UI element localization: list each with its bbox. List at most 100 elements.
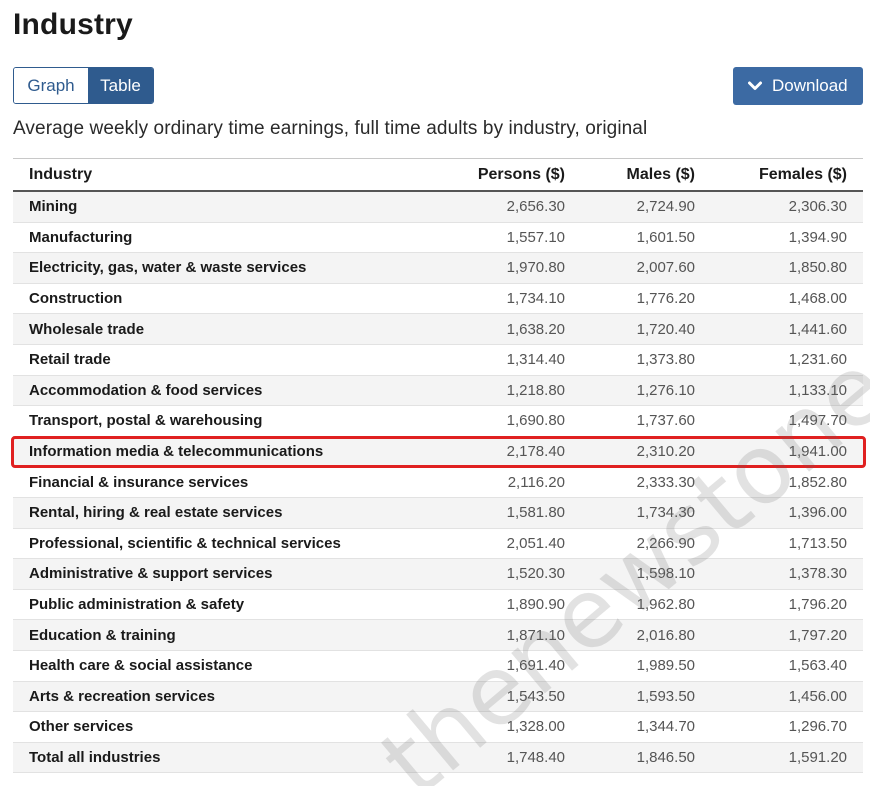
cell-males: 1,776.20 (636, 290, 695, 308)
table-row: Arts & recreation services 1,543.50 1,593.… (13, 681, 863, 713)
cell-females: 1,296.70 (788, 718, 847, 736)
cell-industry: Total all industries (29, 748, 161, 766)
table-row: Health care & social assistance 1,691.40 1… (13, 651, 863, 682)
cell-females: 1,468.00 (788, 290, 847, 308)
table-row: Administrative & support services 1,520.3… (13, 559, 863, 590)
cell-persons: 1,691.40 (506, 657, 565, 675)
cell-industry: Public administration & safety (29, 596, 245, 614)
cell-persons: 1,638.20 (506, 320, 565, 338)
table-row: Wholesale trade 1,638.20 1,720.40 1,441.60 (13, 314, 863, 345)
view-toggle: Graph Table (13, 67, 154, 104)
cell-industry: Arts & recreation services (29, 687, 215, 705)
download-button[interactable]: Download (733, 67, 863, 105)
cell-males: 2,333.30 (636, 473, 695, 491)
cell-males: 2,266.90 (636, 534, 695, 552)
table-row: Manufacturing 1,557.10 1,601.50 1,394.90 (13, 223, 863, 254)
header-males[interactable]: Males ($) (565, 166, 695, 184)
cell-industry: Retail trade (29, 351, 111, 369)
cell-females: 1,591.20 (788, 748, 847, 766)
cell-males: 1,720.40 (636, 320, 695, 338)
cell-females: 1,563.40 (788, 657, 847, 675)
cell-males: 1,593.50 (636, 687, 695, 705)
cell-females: 1,441.60 (788, 320, 847, 338)
table-row: Retail trade 1,314.40 1,373.80 1,231.60 (13, 345, 863, 376)
cell-persons: 2,178.40 (506, 443, 565, 461)
cell-industry: Wholesale trade (29, 320, 145, 338)
cell-persons: 1,970.80 (506, 259, 565, 277)
cell-persons: 2,051.40 (506, 534, 565, 552)
cell-males: 1,373.80 (636, 351, 695, 369)
cell-males: 1,989.50 (636, 657, 695, 675)
table-row: Public administration & safety 1,890.90 1,… (13, 590, 863, 621)
cell-males: 2,310.20 (636, 443, 695, 461)
cell-females: 1,852.80 (788, 473, 847, 491)
cell-females: 1,394.90 (788, 228, 847, 246)
cell-males: 2,016.80 (636, 626, 695, 644)
cell-industry: Mining (29, 198, 78, 216)
cell-males: 1,962.80 (636, 596, 695, 614)
cell-persons: 1,690.80 (506, 412, 565, 430)
cell-industry: Information media & telecommunications (29, 443, 324, 461)
table-subtitle: Average weekly ordinary time earnings, f… (13, 118, 648, 139)
cell-persons: 1,543.50 (506, 687, 565, 705)
cell-industry: Administrative & support services (29, 565, 273, 583)
cell-industry: Professional, scientific & technical ser… (29, 534, 341, 552)
cell-females: 1,497.70 (788, 412, 847, 430)
cell-industry: Health care & social assistance (29, 657, 253, 675)
cell-males: 1,734.30 (636, 504, 695, 522)
cell-males: 1,598.10 (636, 565, 695, 583)
table-row: Mining 2,656.30 2,724.90 2,306.30 (13, 192, 863, 223)
chevron-down-icon (747, 78, 763, 94)
cell-females: 2,306.30 (788, 198, 847, 216)
download-label: Download (772, 76, 848, 95)
cell-persons: 1,218.80 (506, 381, 565, 399)
table-row: Construction 1,734.10 1,776.20 1,468.00 (13, 284, 863, 315)
cell-females: 1,396.00 (788, 504, 847, 522)
cell-industry: Accommodation & food services (29, 381, 263, 399)
table-row: Education & training 1,871.10 2,016.80 1,79… (13, 620, 863, 651)
cell-males: 1,846.50 (636, 748, 695, 766)
cell-persons: 1,557.10 (506, 228, 565, 246)
cell-industry: Financial & insurance services (29, 473, 249, 491)
header-industry[interactable]: Industry (13, 166, 433, 184)
table-row: Transport, postal & warehousing 1,690.80 1… (13, 406, 863, 437)
cell-industry: Education & training (29, 626, 176, 644)
cell-females: 1,713.50 (788, 534, 847, 552)
header-persons[interactable]: Persons ($) (433, 166, 565, 184)
page-title: Industry (13, 8, 133, 41)
cell-females: 1,231.60 (788, 351, 847, 369)
table-row: Financial & insurance services 2,116.20 2,… (13, 467, 863, 498)
table-row: Information media & telecommunications 2,… (13, 436, 863, 468)
earnings-table: Industry Persons ($) Males ($) Females (… (13, 158, 863, 774)
graph-tab[interactable]: Graph (14, 68, 88, 103)
cell-females: 1,850.80 (788, 259, 847, 277)
cell-industry: Electricity, gas, water & waste services (29, 259, 307, 277)
header-females[interactable]: Females ($) (695, 166, 847, 184)
table-row: Other services 1,328.00 1,344.70 1,296.70 (13, 712, 863, 743)
cell-males: 1,601.50 (636, 228, 695, 246)
cell-industry: Manufacturing (29, 228, 133, 246)
table-tab[interactable]: Table (88, 68, 153, 103)
cell-males: 2,724.90 (636, 198, 695, 216)
cell-persons: 1,871.10 (506, 626, 565, 644)
cell-persons: 1,734.10 (506, 290, 565, 308)
cell-industry: Other services (29, 718, 134, 736)
table-row: Professional, scientific & technical ser… (13, 529, 863, 560)
cell-females: 1,133.10 (788, 381, 847, 399)
cell-males: 1,276.10 (636, 381, 695, 399)
cell-males: 1,737.60 (636, 412, 695, 430)
cell-females: 1,941.00 (788, 443, 847, 461)
cell-persons: 1,328.00 (506, 718, 565, 736)
cell-females: 1,456.00 (788, 687, 847, 705)
table-row: Rental, hiring & real estate services 1,5… (13, 497, 863, 529)
cell-males: 2,007.60 (636, 259, 695, 277)
cell-persons: 1,748.40 (506, 748, 565, 766)
cell-males: 1,344.70 (636, 718, 695, 736)
cell-females: 1,378.30 (788, 565, 847, 583)
table-row: Accommodation & food services 1,218.80 1,2… (13, 375, 863, 407)
table-header: Industry Persons ($) Males ($) Females (… (13, 159, 863, 192)
cell-industry: Rental, hiring & real estate services (29, 504, 283, 522)
cell-persons: 2,656.30 (506, 198, 565, 216)
cell-industry: Construction (29, 290, 123, 308)
cell-industry: Transport, postal & warehousing (29, 412, 263, 430)
